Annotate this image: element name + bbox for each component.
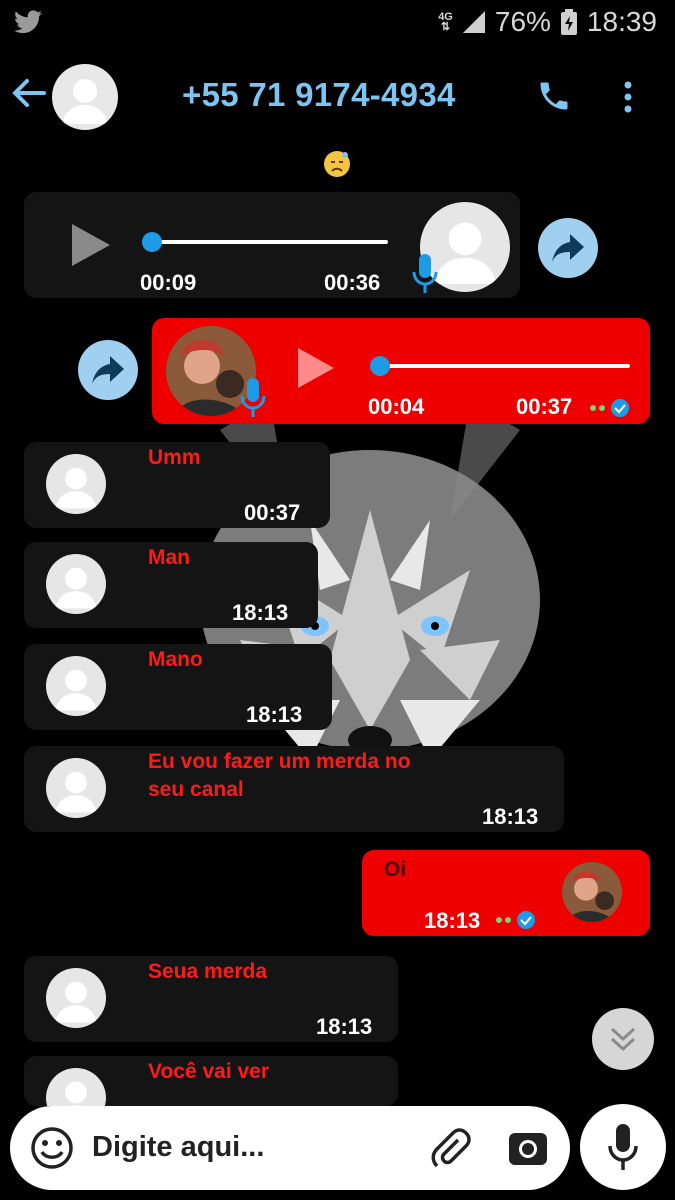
sender-avatar[interactable] xyxy=(46,656,106,716)
play-icon[interactable] xyxy=(72,224,110,266)
sender-avatar[interactable] xyxy=(46,968,106,1028)
read-receipt-icon xyxy=(496,911,535,929)
battery-percent: 76% xyxy=(494,6,551,37)
microphone-icon xyxy=(240,378,266,417)
audio-duration: 00:36 xyxy=(324,270,381,295)
message-text: Oi xyxy=(384,858,407,881)
message-time: 18:13 xyxy=(482,804,539,829)
phone-call-icon[interactable] xyxy=(536,78,572,114)
message-time: 18:13 xyxy=(424,908,481,933)
audio-message-incoming: 00:09 00:36 xyxy=(24,192,520,298)
audio-progress-track[interactable] xyxy=(152,240,388,244)
message-composer: Digite aqui... xyxy=(10,1106,570,1190)
message-text: Mano xyxy=(148,648,203,671)
audio-progress-knob[interactable] xyxy=(142,232,162,252)
message-text: Eu vou fazer um merda no seu canal xyxy=(148,750,411,801)
emoji-icon[interactable] xyxy=(30,1126,74,1170)
chat-header: +55 71 9174-4934 xyxy=(0,56,675,142)
text-message-incoming: Man 18:13 xyxy=(24,542,318,628)
message-time: 18:13 xyxy=(246,702,303,727)
audio-duration: 00:37 xyxy=(516,394,573,419)
message-input[interactable]: Digite aqui... xyxy=(92,1131,264,1164)
message-text: Você vai ver xyxy=(148,1060,270,1083)
signal-icon xyxy=(462,11,485,33)
status-emoji-icon xyxy=(324,151,350,177)
own-profile-photo[interactable] xyxy=(562,862,622,922)
audio-elapsed: 00:09 xyxy=(140,270,197,295)
message-time: 18:13 xyxy=(316,1014,373,1039)
more-options-icon[interactable] xyxy=(622,80,634,114)
message-text: Man xyxy=(148,546,190,569)
battery-icon xyxy=(560,9,577,35)
forward-button[interactable] xyxy=(538,218,598,278)
message-time: 18:13 xyxy=(232,600,289,625)
audio-progress-knob[interactable] xyxy=(370,356,390,376)
sender-avatar[interactable] xyxy=(46,1068,106,1106)
text-message-incoming: Você vai ver xyxy=(24,1056,398,1106)
audio-message-outgoing: 00:04 00:37 xyxy=(152,318,650,424)
text-message-incoming: Eu vou fazer um merda no seu canal 18:13 xyxy=(24,746,564,832)
attachment-clip-icon[interactable] xyxy=(428,1126,472,1170)
audio-elapsed: 00:04 xyxy=(368,394,425,419)
text-message-incoming: Mano 18:13 xyxy=(24,644,332,730)
message-text: Seua merda xyxy=(148,960,268,983)
text-message-outgoing: Oi 18:13 xyxy=(362,850,650,936)
message-time: 00:37 xyxy=(244,500,301,525)
contact-phone-number[interactable]: +55 71 9174-4934 xyxy=(182,76,456,114)
forward-arrow-icon xyxy=(552,234,584,262)
sender-avatar[interactable] xyxy=(46,554,106,614)
microphone-icon xyxy=(412,254,438,293)
audio-progress-track[interactable] xyxy=(388,364,630,368)
clock: 18:39 xyxy=(586,6,657,37)
microphone-icon xyxy=(608,1124,638,1170)
contact-avatar[interactable] xyxy=(52,64,118,130)
scroll-to-bottom-button[interactable] xyxy=(592,1008,654,1070)
message-text: Umm xyxy=(148,446,201,469)
sender-avatar[interactable] xyxy=(46,758,106,818)
play-icon[interactable] xyxy=(298,348,334,388)
status-bar: 4G ⇅ 76% 18:39 xyxy=(0,0,675,48)
forward-button[interactable] xyxy=(78,340,138,400)
voice-record-button[interactable] xyxy=(580,1104,666,1190)
camera-icon[interactable] xyxy=(506,1126,550,1170)
network-indicator: 4G ⇅ xyxy=(438,11,453,33)
twitter-icon xyxy=(14,10,42,34)
sender-avatar[interactable] xyxy=(46,454,106,514)
double-chevron-down-icon xyxy=(610,1027,636,1052)
back-arrow-icon[interactable] xyxy=(12,78,46,108)
text-message-incoming: Umm 00:37 xyxy=(24,442,330,528)
text-message-incoming: Seua merda 18:13 xyxy=(24,956,398,1042)
forward-arrow-icon xyxy=(92,356,124,384)
read-receipt-icon xyxy=(590,399,629,417)
